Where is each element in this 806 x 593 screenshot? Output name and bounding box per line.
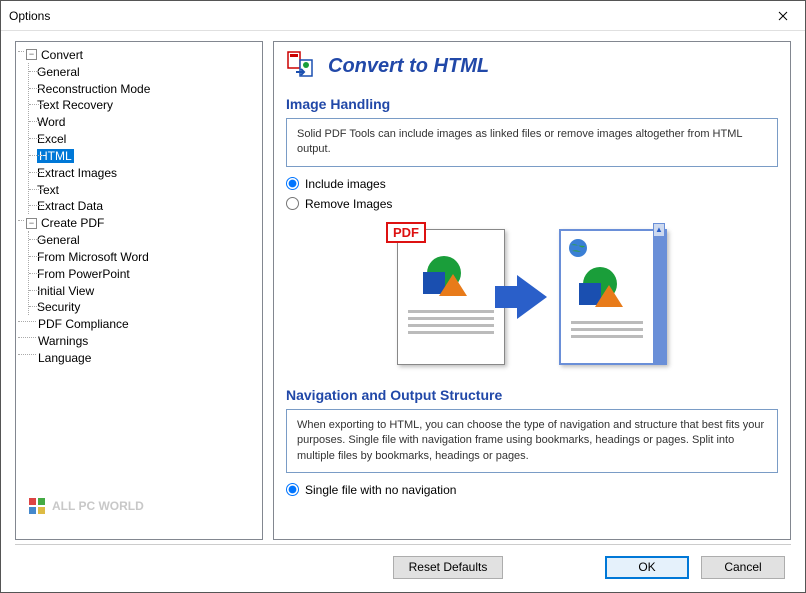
watermark: ALL PC WORLD <box>28 497 144 515</box>
cancel-button[interactable]: Cancel <box>701 556 785 579</box>
radio-include-images[interactable]: Include images <box>286 177 778 191</box>
window-title: Options <box>9 9 50 23</box>
pdf-doc-illustration: PDF <box>397 229 505 365</box>
radio-single-file-label: Single file with no navigation <box>305 483 456 497</box>
convert-html-icon <box>286 50 318 82</box>
tree-item-pdf-compliance[interactable]: PDF Compliance <box>18 315 260 332</box>
content-panel: Convert to HTML Image Handling Solid PDF… <box>273 41 791 540</box>
tree-item-extract-data[interactable]: Extract Data <box>29 197 260 214</box>
nav-tree[interactable]: −Convert General Reconstruction Mode Tex… <box>15 41 263 540</box>
collapse-icon[interactable]: − <box>26 49 37 60</box>
watermark-logo-icon <box>28 497 46 515</box>
section-image-handling-title: Image Handling <box>286 96 778 112</box>
close-icon <box>778 11 788 21</box>
tree-item-cp-general[interactable]: General <box>29 231 260 248</box>
tree-item-from-word[interactable]: From Microsoft Word <box>29 248 260 265</box>
main-area: −Convert General Reconstruction Mode Tex… <box>1 31 805 544</box>
content-header: Convert to HTML <box>286 50 778 82</box>
tree-item-text-recovery[interactable]: Text Recovery <box>29 96 260 113</box>
arrow-right-icon <box>517 275 547 319</box>
nav-structure-info: When exporting to HTML, you can choose t… <box>286 409 778 473</box>
tree-item-language[interactable]: Language <box>18 349 260 366</box>
page-title: Convert to HTML <box>328 55 489 78</box>
tree-item-security[interactable]: Security <box>29 298 260 315</box>
tree-item-excel[interactable]: Excel <box>29 130 260 147</box>
tree-node-create-pdf[interactable]: −Create PDF <box>18 214 260 231</box>
globe-icon <box>567 237 589 259</box>
tree-item-reconstruction[interactable]: Reconstruction Mode <box>29 80 260 97</box>
radio-include-images-input[interactable] <box>286 177 299 190</box>
tree-children-convert: General Reconstruction Mode Text Recover… <box>28 63 260 214</box>
reset-defaults-button[interactable]: Reset Defaults <box>393 556 503 579</box>
radio-remove-images-input[interactable] <box>286 197 299 210</box>
tree-item-html[interactable]: HTML <box>29 147 260 164</box>
collapse-icon[interactable]: − <box>26 218 37 229</box>
radio-remove-images-label: Remove Images <box>305 197 392 211</box>
radio-include-images-label: Include images <box>305 177 386 191</box>
tree-item-warnings[interactable]: Warnings <box>18 332 260 349</box>
radio-remove-images[interactable]: Remove Images <box>286 197 778 211</box>
conversion-illustration: PDF ▲ <box>286 229 778 365</box>
radio-single-file-input[interactable] <box>286 483 299 496</box>
tree-item-initial-view[interactable]: Initial View <box>29 282 260 299</box>
button-bar: Reset Defaults OK Cancel <box>1 545 805 589</box>
tree-node-convert[interactable]: −Convert <box>18 46 260 63</box>
titlebar: Options <box>1 1 805 31</box>
ok-button[interactable]: OK <box>605 556 689 579</box>
tree-children-create-pdf: General From Microsoft Word From PowerPo… <box>28 231 260 315</box>
section-nav-structure-title: Navigation and Output Structure <box>286 387 778 403</box>
tree-item-word[interactable]: Word <box>29 113 260 130</box>
tree-item-text[interactable]: Text <box>29 181 260 198</box>
watermark-text: ALL PC WORLD <box>52 499 144 513</box>
close-button[interactable] <box>760 1 805 30</box>
pdf-badge: PDF <box>386 222 426 243</box>
scroll-up-icon: ▲ <box>653 223 665 237</box>
radio-single-file[interactable]: Single file with no navigation <box>286 483 778 497</box>
tree-item-from-ppt[interactable]: From PowerPoint <box>29 265 260 282</box>
tree-item-extract-images[interactable]: Extract Images <box>29 164 260 181</box>
html-doc-illustration: ▲ <box>559 229 667 365</box>
tree-item-general[interactable]: General <box>29 63 260 80</box>
image-handling-info: Solid PDF Tools can include images as li… <box>286 118 778 167</box>
